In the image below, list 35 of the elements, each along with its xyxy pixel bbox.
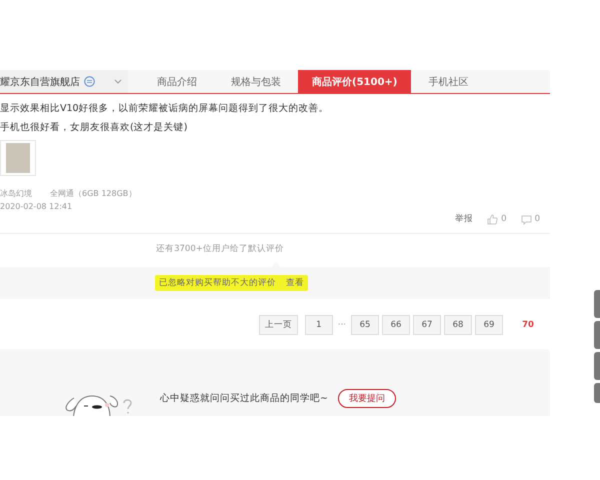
tab[interactable]: 规格与包装 [214,70,298,93]
review-text: 显示效果相比V10好很多，以前荣耀被诟病的屏幕问题得到了很大的改善。 [0,102,330,115]
page-ellipsis: ··· [336,320,347,330]
page-button[interactable]: 66 [382,315,410,335]
side-tool-button[interactable] [594,352,600,380]
page-button[interactable]: 1 [304,315,333,335]
side-tool-button[interactable] [594,321,600,349]
comment-icon[interactable] [520,214,532,224]
ask-prompt-text: 心中疑惑就问问买过此商品的同学吧~ [160,392,328,404]
page-button[interactable]: 67 [413,315,441,335]
ask-question-button[interactable]: 我要提问 [338,388,396,408]
thumbs-up-icon[interactable] [487,214,498,224]
previous-page-button[interactable]: 上一页 [258,315,298,335]
side-tool-button[interactable] [594,290,600,318]
side-tool-button[interactable] [594,383,600,403]
product-spec: 全网通（6GB 128GB） [50,188,136,199]
like-count: 0 [501,214,507,224]
chevron-down-icon[interactable] [114,79,122,84]
page-button[interactable]: 68 [444,315,472,335]
page-button[interactable]: 65 [351,315,379,335]
tab[interactable]: 商品介绍 [140,70,214,93]
report-link[interactable]: 举报 [455,213,474,225]
folded-review-note: 已忽略对购买帮助不大的评价 [159,277,276,289]
tab[interactable]: 手机社区 [411,70,486,93]
page-button[interactable]: 70 [514,315,542,335]
comment-count: 0 [534,214,540,224]
product-color: 冰岛幻境 [0,188,32,199]
review-photo-thumbnail[interactable] [0,140,36,176]
view-link[interactable]: 查看 [286,277,304,289]
default-review-note: 还有3700+位用户给了默认评价 [156,244,284,254]
chat-icon[interactable] [84,76,95,87]
page-button[interactable]: 69 [475,315,503,335]
review-text: 手机也很好看，女朋友很喜欢(这才是关键) [0,121,188,134]
review-date: 2020-02-08 12:41 [0,202,74,211]
tab[interactable]: 商品评价(5100+) [298,70,412,93]
